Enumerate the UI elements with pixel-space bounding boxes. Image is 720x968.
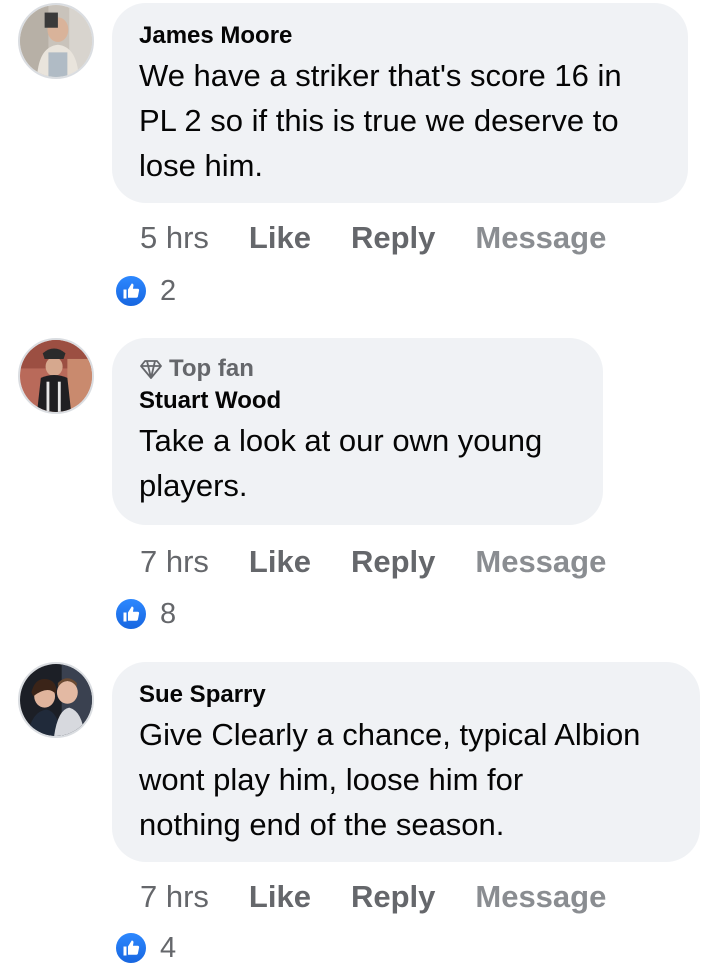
avatar[interactable] <box>18 338 94 414</box>
message-button[interactable]: Message <box>475 544 606 580</box>
top-fan-badge: Top fan <box>139 354 577 384</box>
badge-label: Top fan <box>169 355 254 382</box>
profile-photo-icon <box>20 5 92 77</box>
reaction-summary[interactable]: 2 <box>114 271 176 311</box>
comment-author[interactable]: James Moore <box>139 19 662 53</box>
comment-author[interactable]: Stuart Wood <box>139 384 577 418</box>
like-thumb-icon <box>114 597 148 631</box>
reaction-summary[interactable]: 8 <box>114 594 176 634</box>
like-button[interactable]: Like <box>249 879 311 915</box>
diamond-icon <box>140 360 162 379</box>
message-button[interactable]: Message <box>475 879 606 915</box>
profile-photo-icon <box>20 340 92 412</box>
like-thumb-icon <box>114 931 148 965</box>
comment-actions: 5 hrs Like Reply Message <box>140 216 606 260</box>
comments-section: James Moore We have a striker that's sco… <box>0 0 720 968</box>
reaction-count: 2 <box>160 274 177 307</box>
reaction-count: 8 <box>160 597 177 630</box>
comment-author[interactable]: Sue Sparry <box>139 678 674 712</box>
comment-actions: 7 hrs Like Reply Message <box>140 875 606 919</box>
comment-timestamp[interactable]: 5 hrs <box>140 220 209 256</box>
comment-text: Take a look at our own young players. <box>139 423 543 503</box>
comment-text: Give Clearly a chance, typical Albion wo… <box>139 717 641 842</box>
like-button[interactable]: Like <box>249 544 311 580</box>
comment-bubble: Sue Sparry Give Clearly a chance, typica… <box>112 662 700 862</box>
reply-button[interactable]: Reply <box>351 220 435 256</box>
like-button[interactable]: Like <box>249 220 311 256</box>
reply-button[interactable]: Reply <box>351 544 435 580</box>
avatar[interactable] <box>18 3 94 79</box>
avatar[interactable] <box>18 662 94 738</box>
comment-timestamp[interactable]: 7 hrs <box>140 879 209 915</box>
comment-bubble: Top fan Stuart Wood Take a look at our o… <box>112 338 603 525</box>
reaction-summary[interactable]: 4 <box>114 928 176 968</box>
reaction-count: 4 <box>160 931 177 964</box>
reply-button[interactable]: Reply <box>351 879 435 915</box>
comment-bubble: James Moore We have a striker that's sco… <box>112 3 688 203</box>
profile-photo-icon <box>20 664 92 736</box>
comment-timestamp[interactable]: 7 hrs <box>140 544 209 580</box>
comment-text: We have a striker that's score 16 in PL … <box>139 58 622 183</box>
like-thumb-icon <box>114 274 148 308</box>
message-button[interactable]: Message <box>475 220 606 256</box>
comment-actions: 7 hrs Like Reply Message <box>140 540 606 584</box>
